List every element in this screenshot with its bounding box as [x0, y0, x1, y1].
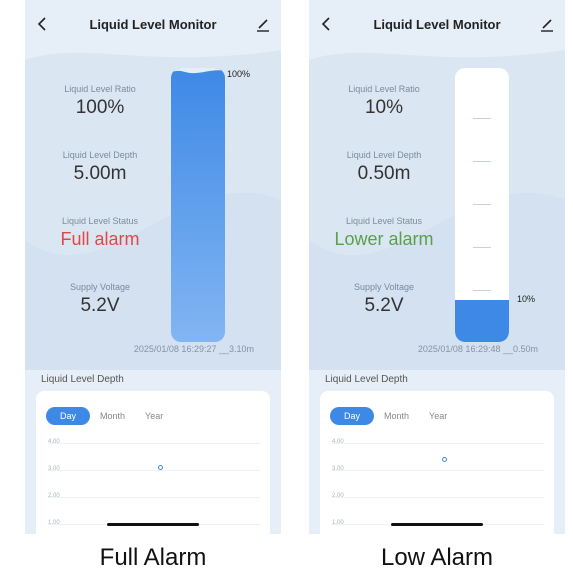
y-axis-label: 4.00: [332, 439, 344, 445]
y-axis-label: 4.00: [48, 439, 60, 445]
y-axis-label: 3.00: [332, 466, 344, 472]
depth-chart-card: Day Month Year 4.00 3.00 2.00 1.00: [36, 391, 270, 534]
tab-month[interactable]: Month: [374, 407, 419, 425]
nav-bar: Liquid Level Monitor: [309, 0, 565, 48]
depth-value: 5.00m: [73, 163, 127, 184]
period-tabs: Day Month Year: [330, 407, 457, 425]
tab-month[interactable]: Month: [90, 407, 135, 425]
section-title: Liquid Level Depth: [325, 374, 408, 385]
status-label: Liquid Level Status: [345, 216, 423, 226]
tank-tick: [473, 118, 491, 119]
voltage-stat: Supply Voltage 5.2V: [25, 282, 175, 317]
ratio-stat: Liquid Level Ratio 10%: [309, 84, 459, 119]
period-tabs: Day Month Year: [46, 407, 173, 425]
ratio-value: 100%: [75, 97, 125, 118]
tank-percent-label: 100%: [227, 69, 251, 79]
ratio-value: 10%: [364, 97, 404, 118]
home-indicator[interactable]: [391, 523, 483, 526]
depth-chart-card: Day Month Year 4.00 3.00 2.00 1.00: [320, 391, 554, 534]
liquid-tank: [171, 68, 225, 342]
chart-data-point[interactable]: [158, 464, 163, 470]
chevron-left-icon[interactable]: [33, 14, 53, 34]
voltage-label: Supply Voltage: [353, 282, 415, 292]
depth-stat: Liquid Level Depth 0.50m: [309, 150, 459, 185]
y-axis-label: 1.00: [332, 520, 344, 526]
status-value: Lower alarm: [334, 229, 434, 249]
voltage-label: Supply Voltage: [69, 282, 131, 292]
phone-screen-full-alarm: Liquid Level Monitor Liquid Level Ratio …: [25, 0, 281, 534]
depth-stat: Liquid Level Depth 5.00m: [25, 150, 175, 185]
home-indicator[interactable]: [107, 523, 199, 526]
tab-year[interactable]: Year: [135, 407, 173, 425]
liquid-tank: [455, 68, 509, 342]
timestamp: 2025/01/08 16:29:48 __0.50m: [417, 344, 538, 354]
status-label: Liquid Level Status: [61, 216, 139, 226]
phone-screen-low-alarm: Liquid Level Monitor Liquid Level Ratio …: [309, 0, 565, 534]
depth-value: 0.50m: [357, 163, 411, 184]
caption-full-alarm: Full Alarm: [99, 544, 207, 571]
y-axis-label: 1.00: [48, 520, 60, 526]
grid-line: [48, 497, 260, 498]
voltage-value: 5.2V: [80, 295, 120, 316]
ratio-label: Liquid Level Ratio: [348, 84, 420, 94]
ratio-stat: Liquid Level Ratio 100%: [25, 84, 175, 119]
grid-line: [48, 470, 260, 471]
nav-bar: Liquid Level Monitor: [25, 0, 281, 48]
pencil-icon[interactable]: [537, 14, 557, 34]
pencil-icon[interactable]: [253, 14, 273, 34]
page-title: Liquid Level Monitor: [373, 16, 501, 32]
tank-tick: [473, 290, 491, 291]
tank-tick: [473, 204, 491, 205]
liquid-fill: [455, 300, 509, 342]
voltage-value: 5.2V: [364, 295, 404, 316]
liquid-surface: [171, 68, 225, 74]
status-stat: Liquid Level Status Lower alarm: [309, 216, 459, 250]
caption-low-alarm: Low Alarm: [380, 544, 494, 571]
tank-percent-label: 10%: [517, 294, 536, 304]
tab-day[interactable]: Day: [46, 407, 91, 425]
depth-label: Liquid Level Depth: [346, 150, 422, 160]
chart-data-point[interactable]: [442, 456, 447, 462]
status-stat: Liquid Level Status Full alarm: [25, 216, 175, 250]
status-value: Full alarm: [60, 229, 140, 249]
grid-line: [48, 443, 260, 444]
y-axis-label: 3.00: [48, 466, 60, 472]
ratio-label: Liquid Level Ratio: [64, 84, 136, 94]
page-title: Liquid Level Monitor: [89, 16, 217, 32]
y-axis-label: 2.00: [332, 493, 344, 499]
grid-line: [332, 443, 544, 444]
tank-tick: [473, 247, 491, 248]
tab-year[interactable]: Year: [419, 407, 457, 425]
tab-day[interactable]: Day: [330, 407, 375, 425]
grid-line: [332, 470, 544, 471]
chevron-left-icon[interactable]: [317, 14, 337, 34]
depth-label: Liquid Level Depth: [62, 150, 138, 160]
grid-line: [332, 497, 544, 498]
timestamp: 2025/01/08 16:29:27 __3.10m: [133, 344, 254, 354]
voltage-stat: Supply Voltage 5.2V: [309, 282, 459, 317]
y-axis-label: 2.00: [48, 493, 60, 499]
tank-tick: [473, 161, 491, 162]
section-title: Liquid Level Depth: [41, 374, 124, 385]
